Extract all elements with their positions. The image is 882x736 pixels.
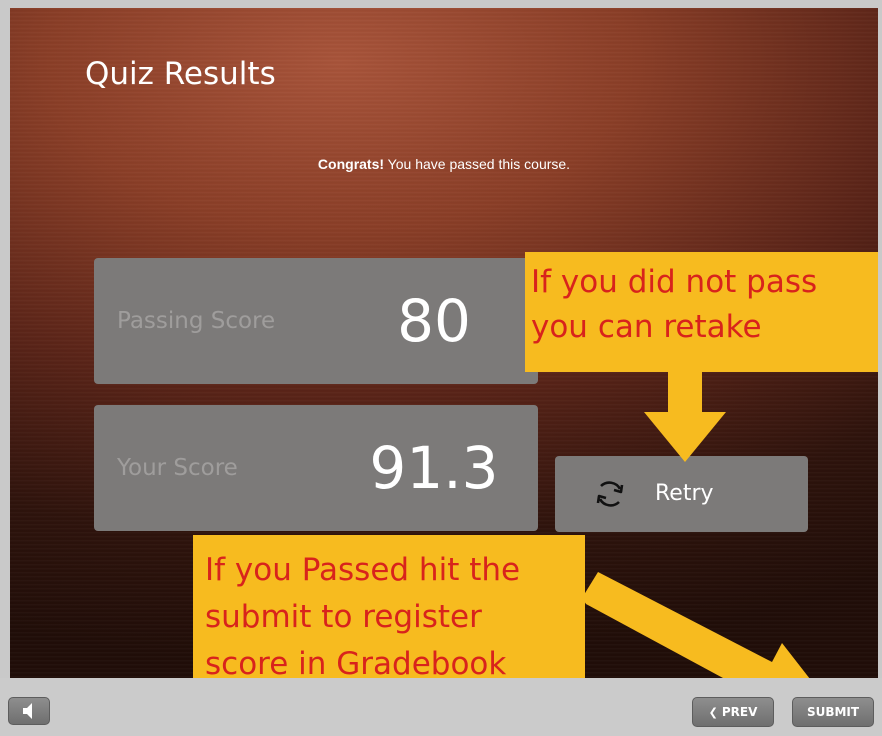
your-score-box: Your Score 91.3	[94, 405, 538, 531]
submit-label: SUBMIT	[806, 705, 860, 719]
submit-line-2: submit to register	[205, 599, 482, 635]
refresh-icon	[596, 481, 624, 507]
retake-annotation: If you did not pass you can retake	[525, 252, 878, 372]
passing-score-box: Passing Score 80	[94, 258, 538, 384]
audio-button[interactable]	[8, 697, 50, 725]
congrats-bold: Congrats!	[317, 156, 385, 172]
speaker-icon	[23, 703, 32, 719]
your-score-value: 91.3	[369, 434, 499, 502]
congrats-message: Congrats! You have passed this course.	[10, 156, 878, 172]
player-controls: ❮ PREV SUBMIT	[0, 678, 882, 736]
submit-button[interactable]: SUBMIT	[792, 697, 874, 727]
passing-score-label: Passing Score	[117, 308, 276, 334]
submit-line-1: If you Passed hit the	[205, 552, 521, 588]
congrats-text: You have passed this course.	[384, 156, 571, 172]
retry-button[interactable]: Retry	[555, 456, 808, 532]
your-score-label: Your Score	[117, 455, 238, 481]
retake-line-1: If you did not pass	[531, 264, 818, 300]
page-title: Quiz Results	[85, 56, 276, 92]
prev-button[interactable]: ❮ PREV	[692, 697, 774, 727]
retake-line-2: you can retake	[531, 309, 762, 345]
passing-score-value: 80	[397, 287, 471, 355]
prev-label: PREV	[721, 705, 758, 719]
retry-label: Retry	[655, 481, 714, 506]
chevron-left-icon: ❮	[708, 706, 718, 719]
